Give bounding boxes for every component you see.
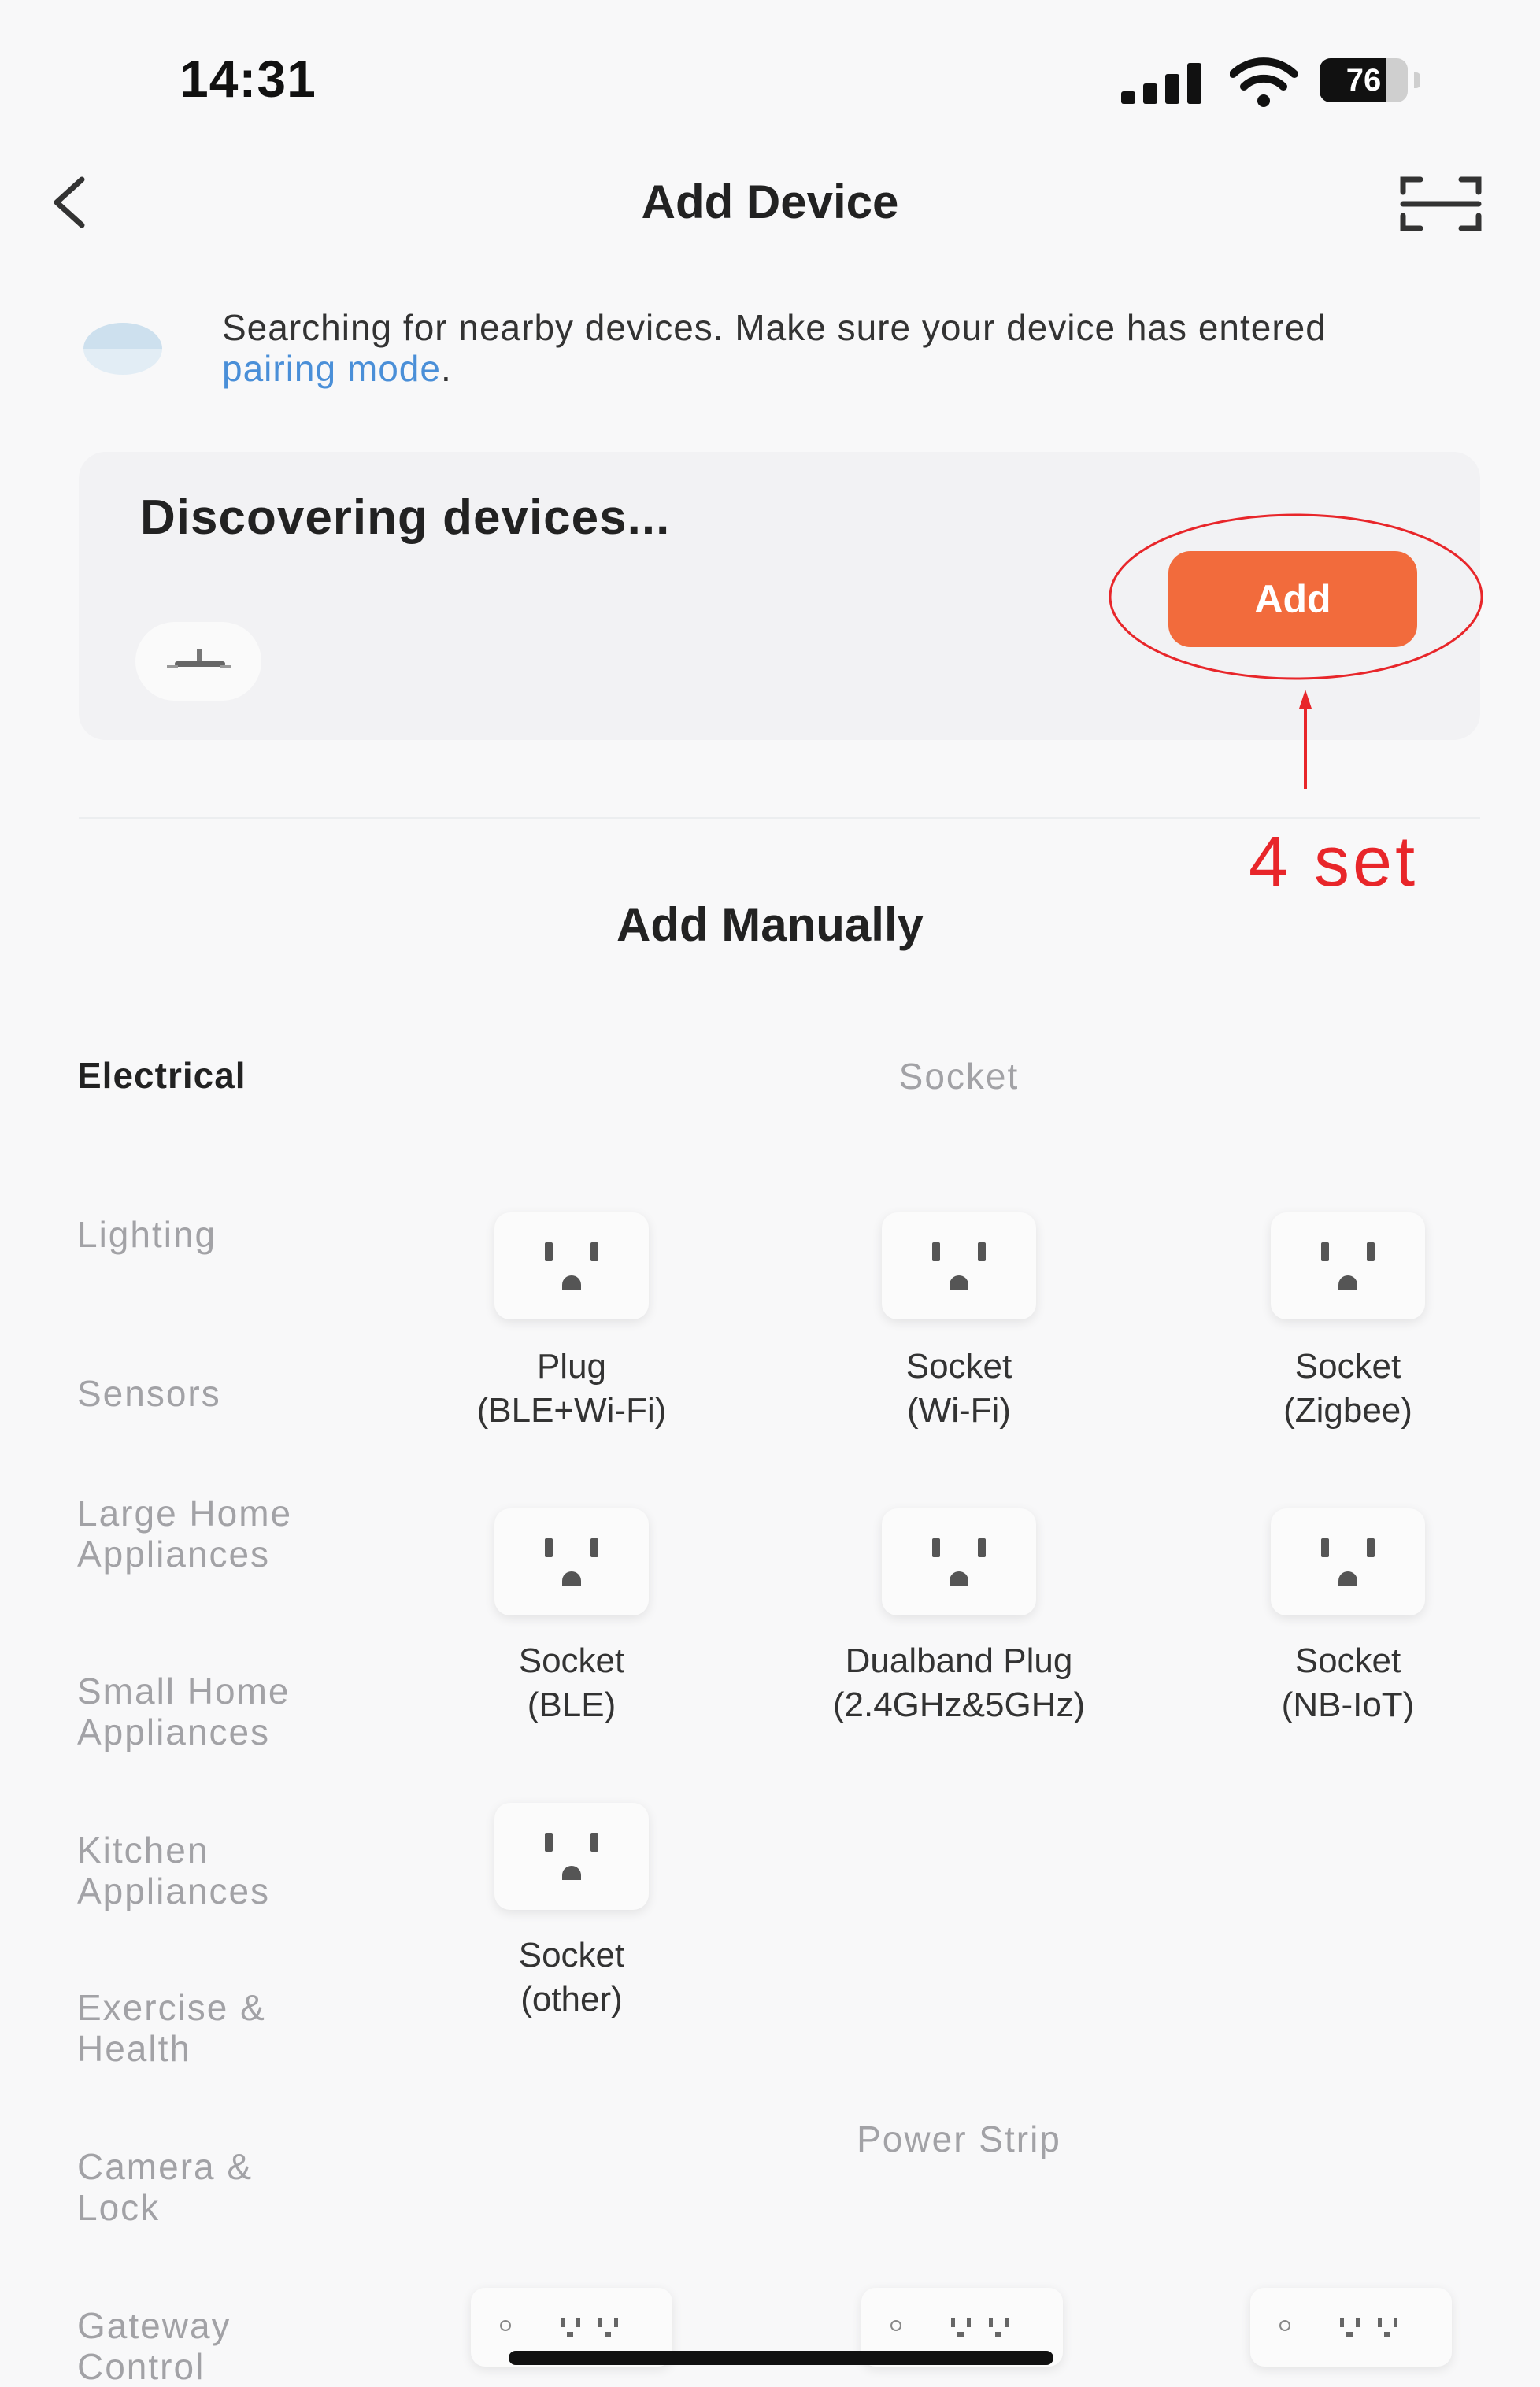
- add-manually-title: Add Manually: [616, 898, 924, 951]
- device-protocol: (BLE+Wi-Fi): [476, 1391, 667, 1430]
- category-small-home-appliances[interactable]: Small Home Appliances: [77, 1671, 361, 1752]
- device-name: Socket: [518, 1936, 625, 1974]
- outlet-icon[interactable]: [882, 1508, 1036, 1615]
- device-name: Socket: [905, 1347, 1012, 1386]
- page-title: Add Device: [641, 176, 899, 228]
- spinner-icon: [83, 323, 162, 375]
- status-time: 14:31: [180, 50, 317, 108]
- cellular-signal-icon: [1121, 60, 1208, 104]
- category-lighting[interactable]: Lighting: [77, 1214, 217, 1255]
- wifi-icon: [1230, 57, 1298, 107]
- device-plug-ble-wifi[interactable]: Plug (BLE+Wi-Fi): [398, 1345, 745, 1433]
- device-thumbnail-icon: [167, 649, 231, 668]
- outlet-icon[interactable]: [494, 1803, 649, 1910]
- device-socket-nbiot[interactable]: Socket (NB-IoT): [1175, 1639, 1521, 1727]
- category-gateway-control[interactable]: Gateway Control: [77, 2305, 313, 2387]
- device-name: Plug: [536, 1347, 607, 1386]
- device-protocol: (other): [520, 1980, 623, 2019]
- outlet-icon[interactable]: [494, 1212, 649, 1319]
- scan-icon[interactable]: [1400, 175, 1482, 233]
- device-socket-other[interactable]: Socket (other): [398, 1934, 745, 2022]
- category-camera-lock[interactable]: Camera & Lock: [77, 2146, 282, 2228]
- device-socket-zigbee[interactable]: Socket (Zigbee): [1175, 1345, 1521, 1433]
- device-protocol: (2.4GHz&5GHz): [832, 1686, 1086, 1724]
- discovering-title: Discovering devices...: [140, 490, 671, 545]
- home-indicator[interactable]: [509, 2351, 1053, 2365]
- battery-icon: 76: [1320, 58, 1420, 105]
- category-sensors[interactable]: Sensors: [77, 1373, 221, 1414]
- device-name: Socket: [518, 1641, 625, 1680]
- outlet-icon[interactable]: [494, 1508, 649, 1615]
- category-kitchen-appliances[interactable]: Kitchen Appliances: [77, 1830, 345, 1911]
- device-protocol: (BLE): [527, 1686, 616, 1724]
- outlet-icon[interactable]: [1271, 1508, 1425, 1615]
- device-socket-ble[interactable]: Socket (BLE): [398, 1639, 745, 1727]
- device-protocol: (NB-IoT): [1281, 1686, 1415, 1724]
- device-name: Socket: [1294, 1347, 1401, 1386]
- annotation-label: 4 set: [1249, 823, 1419, 901]
- group-title-socket: Socket: [898, 1056, 1020, 1097]
- category-exercise-health[interactable]: Exercise & Health: [77, 1987, 313, 2069]
- divider: [79, 817, 1480, 819]
- outlet-icon[interactable]: [1271, 1212, 1425, 1319]
- device-socket-wifi[interactable]: Socket (Wi-Fi): [786, 1345, 1132, 1433]
- add-button[interactable]: Add: [1168, 551, 1417, 647]
- found-device-thumbnail: [135, 622, 261, 701]
- battery-level: 76: [1346, 63, 1382, 98]
- device-dualband-plug[interactable]: Dualband Plug (2.4GHz&5GHz): [786, 1639, 1132, 1727]
- search-notice-end: .: [440, 348, 452, 389]
- search-notice-text: Searching for nearby devices. Make sure …: [222, 307, 1327, 348]
- group-title-power-strip: Power Strip: [857, 2119, 1061, 2159]
- category-large-home-appliances[interactable]: Large Home Appliances: [77, 1493, 345, 1575]
- device-protocol: (Zigbee): [1283, 1391, 1412, 1430]
- device-protocol: (Wi-Fi): [907, 1391, 1011, 1430]
- device-name: Socket: [1294, 1641, 1401, 1680]
- category-electrical[interactable]: Electrical: [77, 1055, 246, 1096]
- pairing-mode-link[interactable]: pairing mode: [222, 348, 441, 389]
- power-strip-icon[interactable]: [1250, 2288, 1452, 2367]
- outlet-icon[interactable]: [882, 1212, 1036, 1319]
- search-notice: Searching for nearby devices. Make sure …: [222, 307, 1450, 389]
- device-name: Dualband Plug: [845, 1641, 1073, 1680]
